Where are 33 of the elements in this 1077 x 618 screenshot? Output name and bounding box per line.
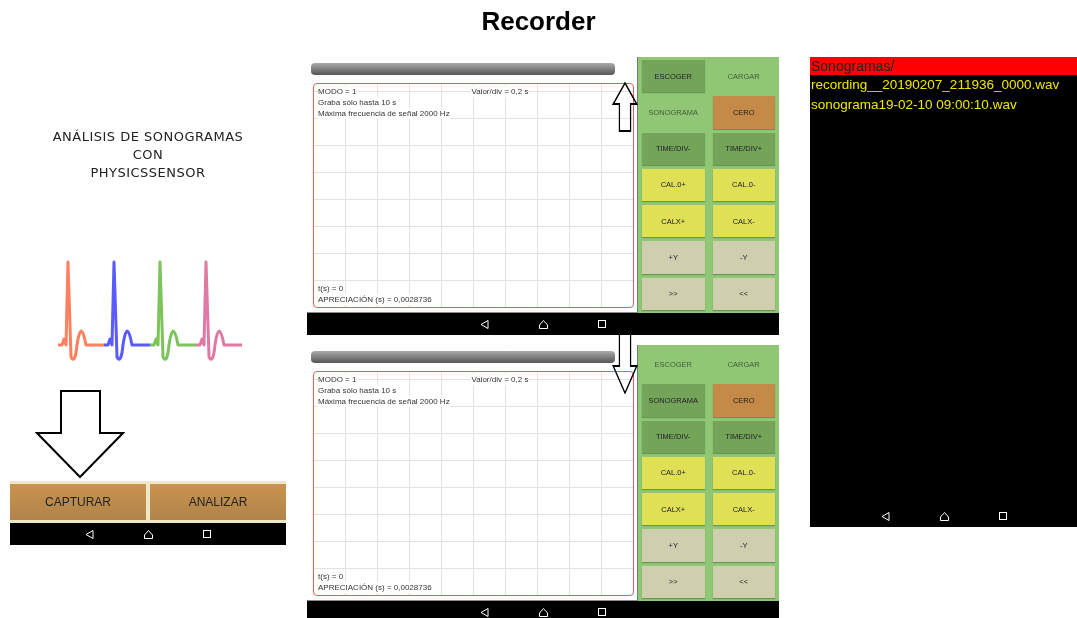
home-icon[interactable] [539,319,548,329]
app-heading: ANÁLISIS DE SONOGRAMAS CON PHYSICSSENSOR [52,128,244,182]
home-icon[interactable] [144,529,153,539]
time-label: t(s) = 0 [318,571,344,582]
back-icon[interactable] [480,319,489,329]
resolution-label: APRECIACIÓN (s) = 0,0028736 [318,582,432,593]
back-icon[interactable] [85,529,94,539]
recents-icon[interactable] [203,530,211,538]
resolution-label: APRECIACIÓN (s) = 0,0028736 [318,294,432,305]
mode-label: MODO = 1 [318,374,357,385]
scale-label: Valor/div = 0,2 s [471,86,529,97]
mode-label: MODO = 1 [318,86,357,97]
home-icon[interactable] [539,607,548,617]
file-item[interactable]: sonograma19-02-10 09:00:10.wav [810,95,1077,115]
recents-icon[interactable] [598,608,606,616]
down-arrow-icon [35,390,125,480]
up-arrow-icon [612,82,638,132]
back-icon[interactable] [480,607,489,617]
frequency-label: Máxima frecuencia de señal 2000 Hz [318,396,450,407]
recents-icon[interactable] [598,320,606,328]
frequency-label: Máxima frecuencia de señal 2000 Hz [318,108,450,119]
figure-title: Recorder [480,6,597,37]
scale-label: Valor/div = 0,2 s [471,374,529,385]
recents-icon[interactable] [998,512,1007,520]
capture-button[interactable]: CAPTURAR [10,484,146,520]
limit-label: Graba sólo hasta 10 s [318,97,397,108]
analyze-button[interactable]: ANALIZAR [150,484,286,520]
limit-label: Graba sólo hasta 10 s [318,385,397,396]
time-label: t(s) = 0 [318,283,344,294]
back-icon[interactable] [880,511,890,521]
file-item[interactable]: recording__20190207_211936_0000.wav [810,75,1077,95]
folder-header[interactable]: Sonogramas/ [810,57,1077,75]
home-icon[interactable] [939,511,949,521]
